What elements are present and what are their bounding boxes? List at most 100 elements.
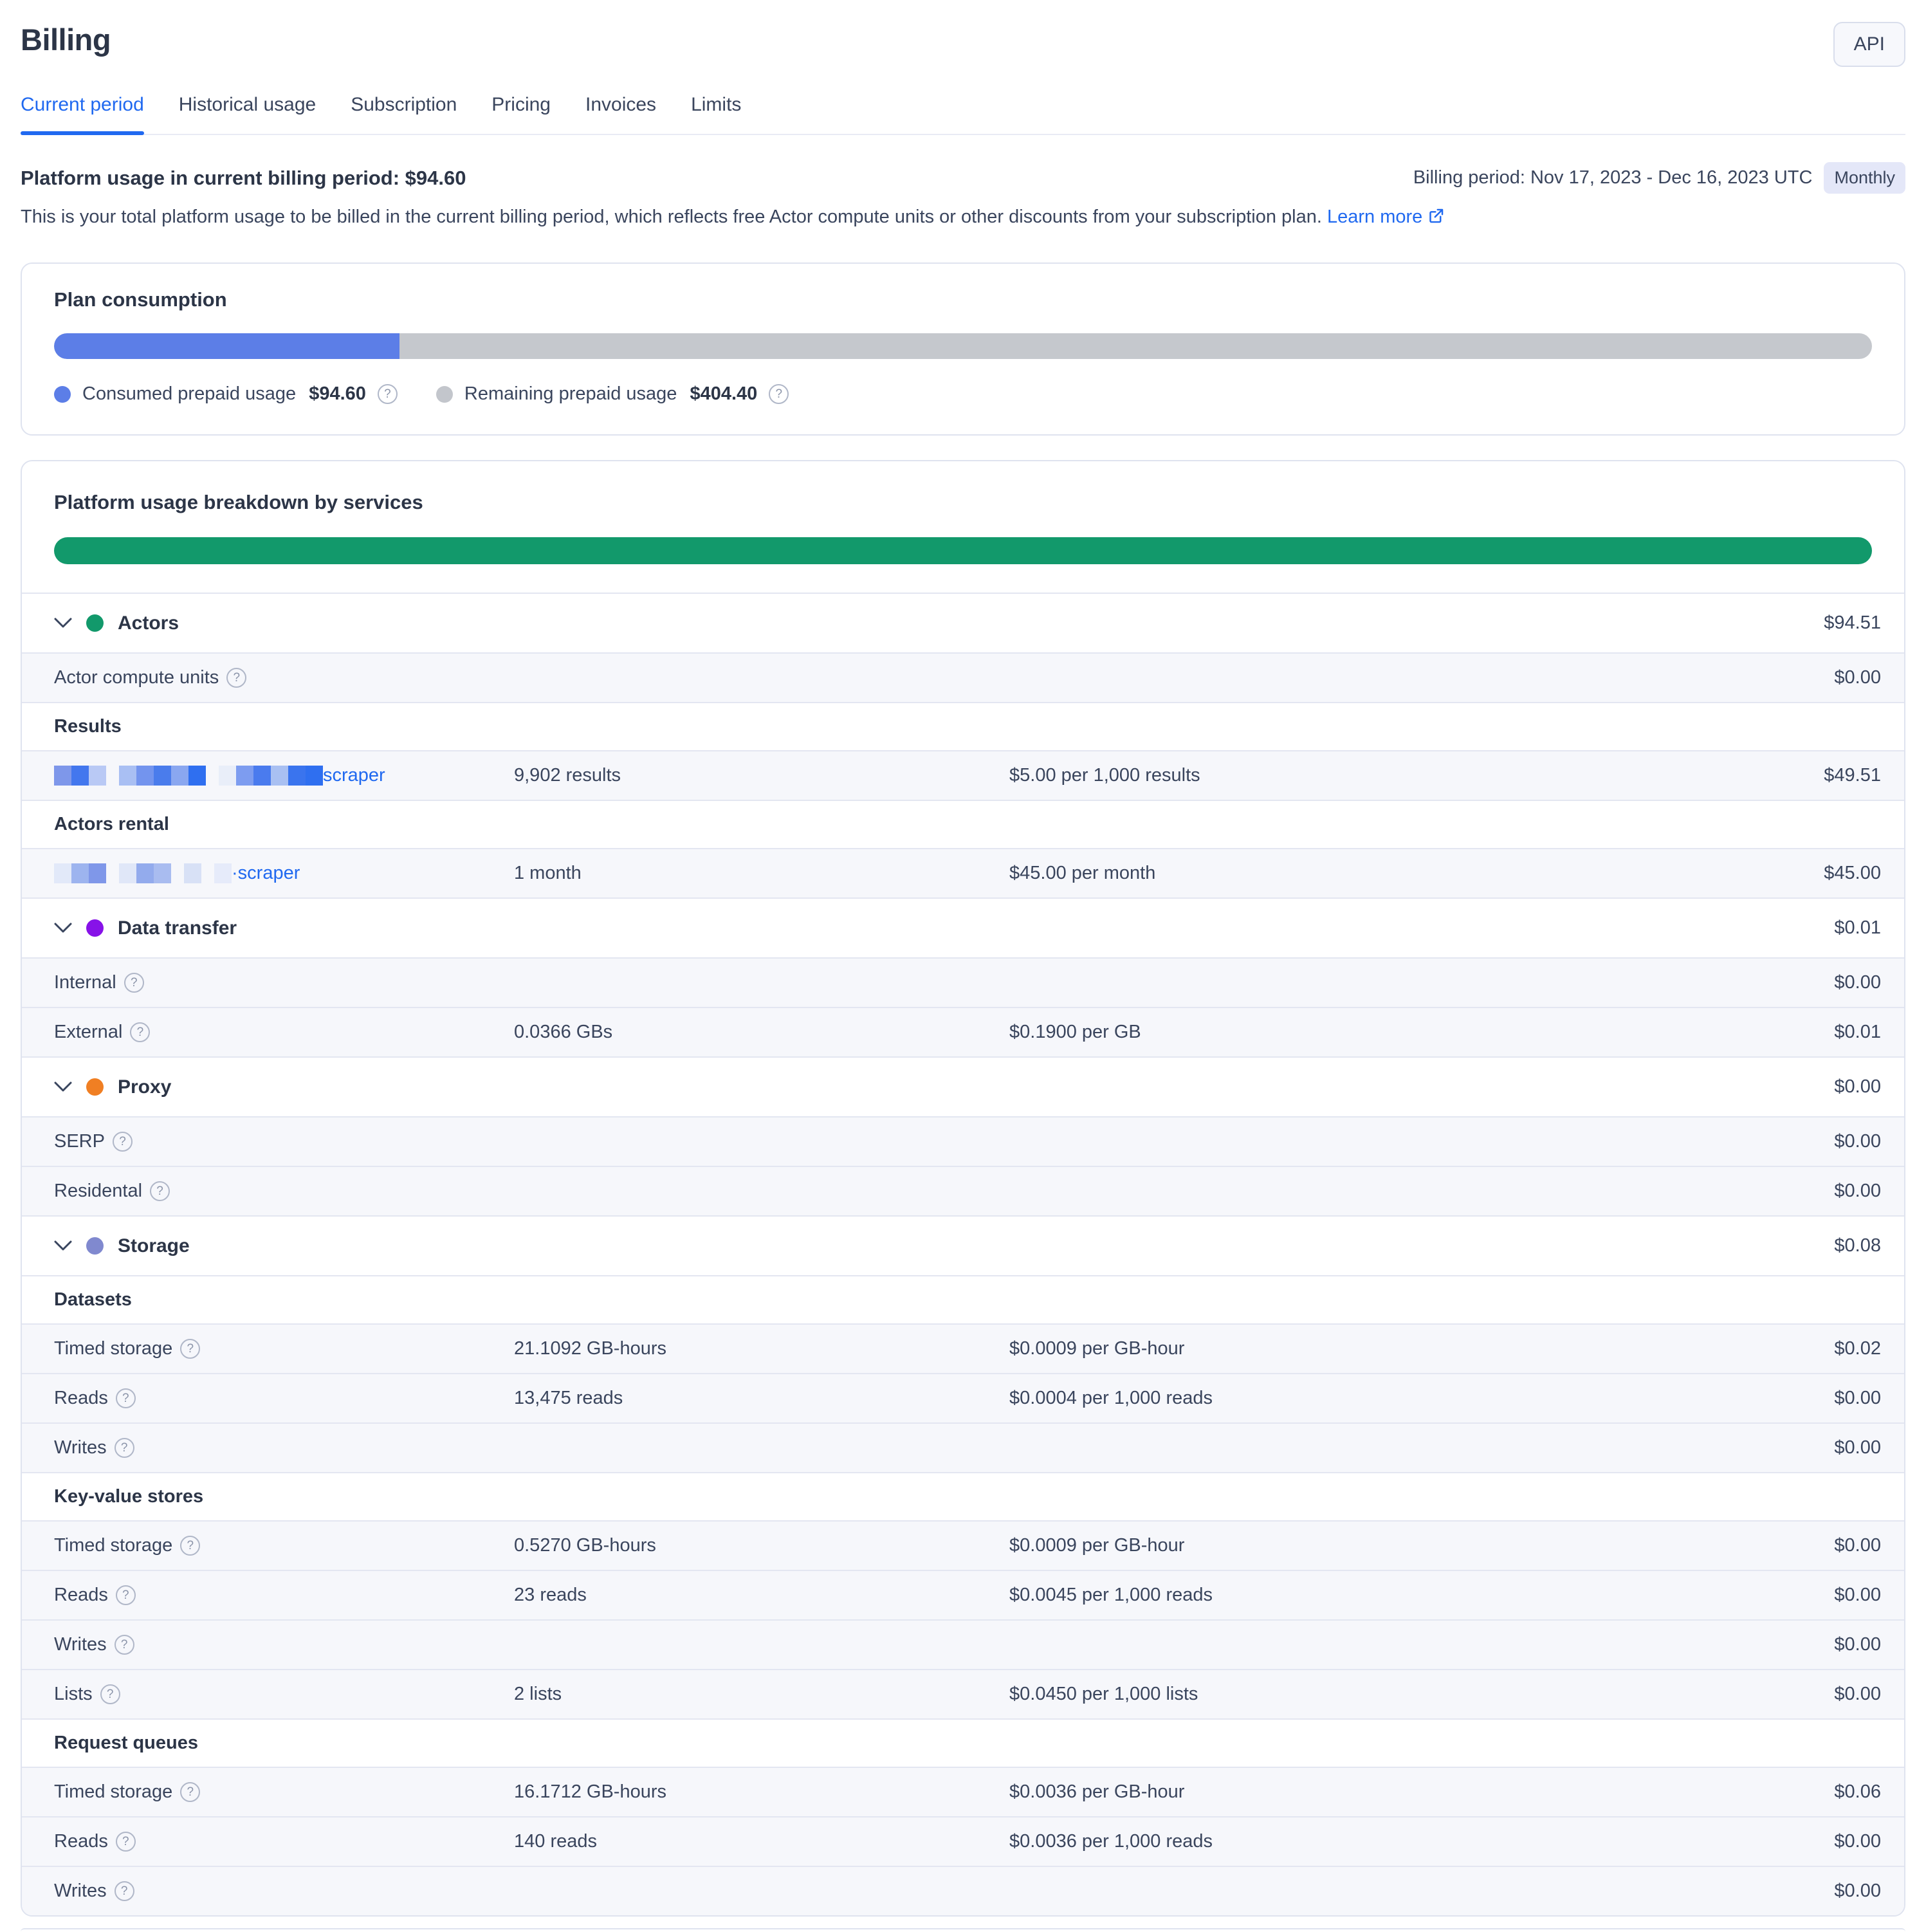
row-quantity: 2 lists: [514, 1684, 1009, 1705]
tab-invoices[interactable]: Invoices: [585, 94, 656, 134]
consumed-progress-fill: [54, 333, 399, 359]
row-value: $0.00: [1727, 1585, 1881, 1606]
table-row: Timed storage? 16.1712 GB-hours $0.0036 …: [22, 1767, 1904, 1816]
help-icon[interactable]: ?: [115, 1438, 134, 1458]
table-row: Internal? $0.00: [22, 957, 1904, 1007]
row-label: Writes: [54, 1881, 107, 1902]
section-name: Data transfer: [118, 917, 237, 939]
row-label: Reads: [54, 1585, 108, 1606]
row-value: $0.02: [1727, 1338, 1881, 1359]
chevron-down-icon[interactable]: [54, 923, 72, 934]
table-row: Timed storage? 0.5270 GB-hours $0.0009 p…: [22, 1520, 1904, 1570]
section-row-storage[interactable]: Storage $0.08: [22, 1215, 1904, 1275]
row-price: $0.0009 per GB-hour: [1009, 1535, 1727, 1556]
help-icon[interactable]: ?: [180, 1339, 200, 1359]
tab-bar: Current period Historical usage Subscrip…: [21, 94, 1905, 135]
row-label: Internal: [54, 972, 116, 993]
section-name: Storage: [118, 1235, 190, 1257]
table-row: Writes? $0.00: [22, 1619, 1904, 1669]
row-price: $0.0009 per GB-hour: [1009, 1338, 1727, 1359]
billing-period-text: Billing period: Nov 17, 2023 - Dec 16, 2…: [1413, 167, 1813, 189]
row-label: External: [54, 1022, 122, 1043]
table-row: Reads? 23 reads $0.0045 per 1,000 reads …: [22, 1570, 1904, 1619]
help-icon[interactable]: ?: [115, 1635, 134, 1655]
actor-link[interactable]: scraper: [323, 765, 385, 786]
table-row: SERP? $0.00: [22, 1116, 1904, 1166]
chevron-down-icon[interactable]: [54, 618, 72, 629]
usage-breakdown-card: Platform usage breakdown by services Act…: [21, 460, 1905, 1917]
group-label: Actors rental: [54, 814, 169, 835]
group-label-row: Results: [22, 702, 1904, 750]
table-row: Timed storage? 21.1092 GB-hours $0.0009 …: [22, 1323, 1904, 1373]
row-price: $0.0036 per 1,000 reads: [1009, 1831, 1727, 1852]
help-icon[interactable]: ?: [116, 1585, 136, 1605]
row-price: $45.00 per month: [1009, 863, 1727, 884]
help-icon[interactable]: ?: [116, 1832, 136, 1852]
section-total: $94.51: [1824, 612, 1881, 634]
tab-historical-usage[interactable]: Historical usage: [179, 94, 316, 134]
section-total: $0.00: [1834, 1076, 1881, 1098]
help-icon[interactable]: ?: [180, 1782, 200, 1802]
row-value: $49.51: [1727, 765, 1881, 786]
row-label: Timed storage: [54, 1338, 172, 1359]
tab-limits[interactable]: Limits: [691, 94, 741, 134]
help-icon[interactable]: ?: [100, 1684, 120, 1704]
section-row-data-transfer[interactable]: Data transfer $0.01: [22, 897, 1904, 957]
actor-link[interactable]: ·scraper: [232, 863, 300, 884]
api-button[interactable]: API: [1833, 22, 1905, 67]
plan-consumption-progressbar: [54, 333, 1872, 359]
row-price: $5.00 per 1,000 results: [1009, 765, 1727, 786]
tab-pricing[interactable]: Pricing: [491, 94, 551, 134]
help-icon[interactable]: ?: [378, 384, 398, 404]
redacted-actor-name-pixels: [54, 766, 323, 786]
row-quantity: 23 reads: [514, 1585, 1009, 1606]
section-color-dot: [86, 1078, 104, 1096]
row-quantity: 140 reads: [514, 1831, 1009, 1852]
table-row: Writes? $0.00: [22, 1422, 1904, 1472]
consumed-amount: $94.60: [309, 383, 366, 405]
help-icon[interactable]: ?: [124, 973, 144, 993]
help-icon[interactable]: ?: [180, 1536, 200, 1556]
next-card-top-edge: [21, 1928, 1905, 1932]
table-row: ·scraper 1 month $45.00 per month $45.00: [22, 848, 1904, 897]
help-icon[interactable]: ?: [115, 1881, 134, 1901]
help-icon[interactable]: ?: [226, 668, 246, 688]
row-label: Residental: [54, 1181, 142, 1202]
usage-total-heading: Platform usage in current billing period…: [21, 167, 466, 190]
breakdown-title: Platform usage breakdown by services: [54, 491, 1872, 514]
legend-consumed: Consumed prepaid usage $94.60 ?: [54, 383, 398, 405]
help-icon[interactable]: ?: [130, 1022, 150, 1042]
section-color-dot: [86, 1237, 104, 1255]
plan-consumption-title: Plan consumption: [54, 288, 1872, 311]
section-name: Proxy: [118, 1076, 171, 1098]
chevron-down-icon[interactable]: [54, 1081, 72, 1092]
tab-current-period[interactable]: Current period: [21, 94, 144, 134]
section-row-proxy[interactable]: Proxy $0.00: [22, 1056, 1904, 1116]
tab-subscription[interactable]: Subscription: [351, 94, 457, 134]
plan-consumption-legend: Consumed prepaid usage $94.60 ? Remainin…: [54, 383, 1872, 405]
row-label: Reads: [54, 1388, 108, 1409]
help-icon[interactable]: ?: [116, 1388, 136, 1408]
help-icon[interactable]: ?: [150, 1181, 170, 1201]
row-quantity: 9,902 results: [514, 765, 1009, 786]
row-label: Timed storage: [54, 1535, 172, 1556]
redacted-actor-name-pixels: [54, 863, 232, 883]
group-label: Request queues: [54, 1733, 198, 1754]
usage-summary: Platform usage in current billing period…: [21, 162, 1905, 194]
external-link-icon: [1427, 207, 1445, 225]
consumed-dot: [54, 386, 71, 403]
row-value: $45.00: [1727, 863, 1881, 884]
page-header: Billing API: [21, 0, 1905, 67]
row-value: $0.00: [1727, 1634, 1881, 1655]
section-row-actors[interactable]: Actors $94.51: [22, 593, 1904, 652]
row-label: Writes: [54, 1634, 107, 1655]
help-icon[interactable]: ?: [113, 1132, 133, 1152]
chevron-down-icon[interactable]: [54, 1240, 72, 1251]
group-label-row: Key-value stores: [22, 1472, 1904, 1520]
help-icon[interactable]: ?: [769, 384, 789, 404]
table-row: Residental? $0.00: [22, 1166, 1904, 1215]
learn-more-link[interactable]: Learn more: [1327, 207, 1445, 227]
section-color-dot: [86, 614, 104, 632]
row-price: $0.0004 per 1,000 reads: [1009, 1388, 1727, 1409]
billing-cycle-badge: Monthly: [1824, 162, 1905, 194]
